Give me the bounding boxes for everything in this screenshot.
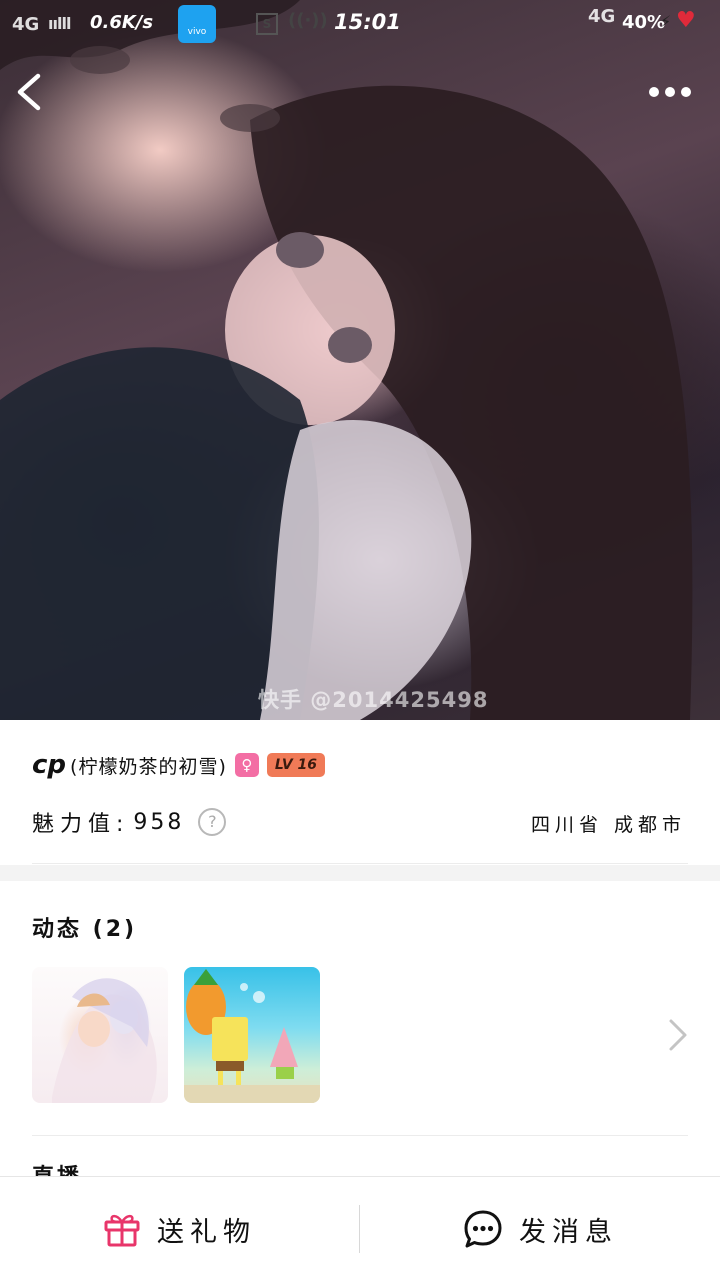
- name-row: cp (柠檬奶茶的初雪) ♀ LV 16: [32, 750, 326, 780]
- charm-row: 魅力值: 958 ?: [32, 806, 227, 838]
- hotspot-icon: ((·)): [288, 10, 328, 31]
- back-button[interactable]: [10, 70, 50, 114]
- send-gift-label: 送礼物: [157, 1216, 256, 1248]
- network-type-right: 4G: [588, 6, 616, 27]
- moments-section: 动态 (2) 直播: [0, 881, 720, 1181]
- signal-strength-icon: ıılll: [48, 14, 71, 33]
- question-circle-icon[interactable]: ?: [198, 808, 227, 836]
- spongebob-thumbnail-art: [184, 969, 320, 1103]
- gift-icon: [104, 1214, 140, 1247]
- moments-more-button[interactable]: [666, 1017, 690, 1053]
- kuaishou-watermark: 快手 @2014425498: [258, 688, 489, 712]
- cover-illustration: [0, 0, 693, 720]
- chevron-right-icon: [669, 1019, 687, 1051]
- next-section-title: 直播: [32, 1163, 82, 1177]
- nickname: cp: [32, 750, 67, 780]
- moment-thumbnail[interactable]: [32, 967, 168, 1103]
- battery-level: 40%: [622, 12, 666, 33]
- back-arrow-icon: [17, 73, 41, 111]
- more-options-button[interactable]: [646, 78, 706, 106]
- heartbeat-icon: ♥: [676, 8, 696, 33]
- s-app-icon: S: [256, 13, 278, 35]
- vivo-app-icon: vivo: [178, 5, 216, 43]
- network-type: 4G: [12, 14, 40, 35]
- divider: [32, 1135, 688, 1136]
- send-gift-button[interactable]: 送礼物: [0, 1177, 359, 1281]
- more-icon: [649, 87, 659, 97]
- anime-couple-thumbnail-art: [52, 978, 157, 1103]
- location: 四川省 成都市: [530, 814, 686, 836]
- bottom-action-bar: 送礼物 发消息: [0, 1176, 720, 1281]
- level-badge: LV 16: [266, 753, 326, 777]
- send-message-label: 发消息: [519, 1216, 618, 1248]
- profile-cover-image: 4G ıılll 0.6K/s vivo S ((·)) 15:01 4G 40…: [0, 0, 720, 720]
- message-bubble-icon: [464, 1210, 502, 1248]
- status-bar: 4G ıılll 0.6K/s vivo S ((·)) 15:01 4G 40…: [0, 0, 720, 46]
- network-speed: 0.6K/s: [90, 12, 154, 33]
- moment-thumbnail[interactable]: [184, 967, 320, 1103]
- charm-value: 958: [133, 809, 185, 835]
- charging-icon: ⚡: [660, 12, 672, 31]
- nickname-suffix: (柠檬奶茶的初雪): [70, 755, 227, 778]
- clock: 15:01: [334, 10, 401, 34]
- charm-label: 魅力值:: [32, 812, 130, 837]
- section-gap: [0, 865, 720, 881]
- profile-info: cp (柠檬奶茶的初雪) ♀ LV 16 魅力值: 958 ? 四川省 成都市: [0, 720, 720, 865]
- bottom-bar-separator: [359, 1205, 360, 1253]
- moments-title: 动态 (2): [32, 917, 138, 942]
- female-gender-badge: ♀: [234, 753, 259, 777]
- divider: [32, 863, 688, 864]
- send-message-button[interactable]: 发消息: [361, 1177, 720, 1281]
